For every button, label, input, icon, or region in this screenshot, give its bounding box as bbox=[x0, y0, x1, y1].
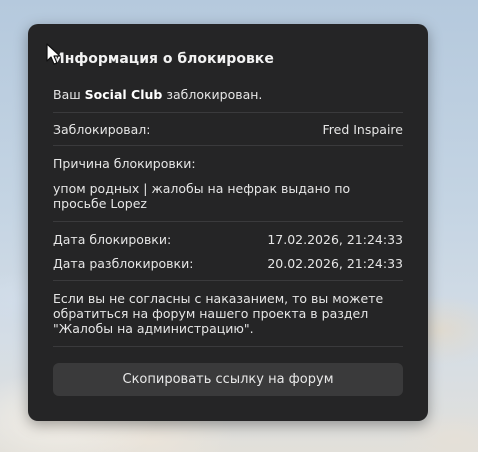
blocked-by-row: Заблокировал: Fred Inspaire bbox=[53, 122, 403, 137]
divider bbox=[53, 145, 403, 146]
unblock-date-row: Дата разблокировки: 20.02.2026, 21:24:33 bbox=[53, 256, 403, 271]
ban-info-dialog: Информация о блокировке Ваш Social Club … bbox=[28, 24, 428, 421]
block-date-label: Дата блокировки: bbox=[53, 232, 172, 247]
divider bbox=[53, 112, 403, 113]
dialog-title: Информация о блокировке bbox=[53, 51, 274, 67]
reason-label: Причина блокировки: bbox=[53, 156, 196, 171]
block-date-row: Дата блокировки: 17.02.2026, 21:24:33 bbox=[53, 232, 403, 247]
divider bbox=[53, 346, 403, 347]
blocked-by-label: Заблокировал: bbox=[53, 122, 151, 137]
unblock-date-value: 20.02.2026, 21:24:33 bbox=[267, 256, 403, 271]
mouse-pointer-icon bbox=[46, 43, 61, 65]
account-name: Social Club bbox=[84, 87, 163, 102]
divider bbox=[53, 221, 403, 222]
copy-forum-link-button[interactable]: Скопировать ссылку на форум bbox=[53, 363, 403, 396]
unblock-date-label: Дата разблокировки: bbox=[53, 256, 194, 271]
appeal-text: Если вы не согласны с наказанием, то вы … bbox=[53, 291, 384, 336]
account-prefix: Ваш bbox=[53, 87, 81, 102]
reason-value: упом родных | жалобы на нефрак выдано по… bbox=[53, 181, 351, 211]
blocked-by-value: Fred Inspaire bbox=[322, 122, 404, 137]
block-date-value: 17.02.2026, 21:24:33 bbox=[267, 232, 403, 247]
account-status-line: Ваш Social Club заблокирован. bbox=[53, 87, 403, 102]
divider bbox=[53, 280, 403, 281]
account-suffix: заблокирован. bbox=[166, 87, 263, 102]
